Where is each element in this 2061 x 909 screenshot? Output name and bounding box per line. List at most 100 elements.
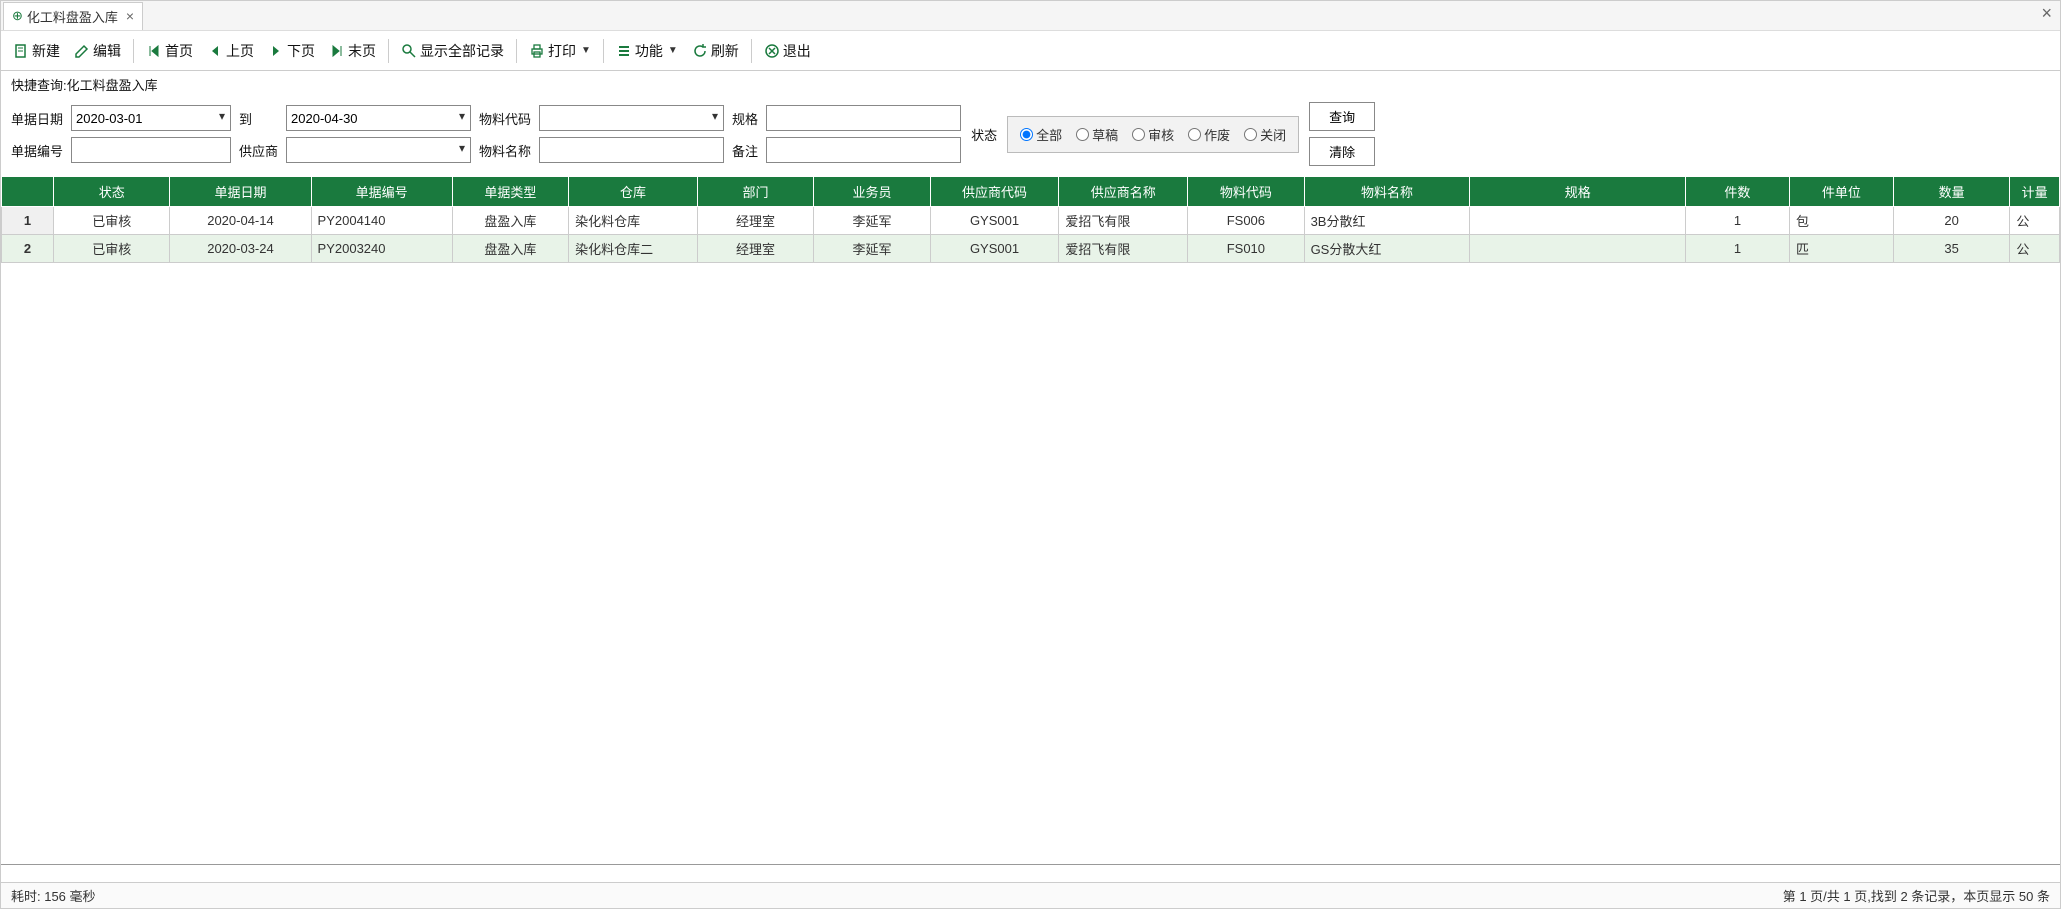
cell-spec (1470, 235, 1685, 263)
label-status: 状态 (971, 125, 997, 144)
refresh-icon (692, 43, 708, 59)
function-label: 功能 (635, 41, 663, 61)
col-doc-no[interactable]: 单据编号 (311, 177, 452, 207)
date-to-input[interactable] (286, 105, 471, 131)
cell-piece-unit: 匹 (1789, 235, 1893, 263)
supplier-input[interactable] (286, 137, 471, 163)
show-all-label: 显示全部记录 (420, 41, 504, 61)
toolbar-separator (603, 39, 604, 63)
cell-doc-date: 2020-04-14 (170, 207, 311, 235)
cell-warehouse: 染化料仓库二 (569, 235, 698, 263)
label-material-name: 物料名称 (479, 141, 531, 160)
refresh-button[interactable]: 刷新 (686, 37, 745, 65)
toolbar-separator (516, 39, 517, 63)
radio-closed[interactable]: 关闭 (1244, 125, 1286, 144)
refresh-label: 刷新 (711, 41, 739, 61)
label-remark: 备注 (732, 141, 758, 160)
col-spec[interactable]: 规格 (1470, 177, 1685, 207)
cell-supplier-code: GYS001 (930, 207, 1059, 235)
label-supplier: 供应商 (239, 141, 278, 160)
col-supplier-code[interactable]: 供应商代码 (930, 177, 1059, 207)
first-page-button[interactable]: 首页 (140, 37, 199, 65)
cell-qty: 20 (1893, 207, 2009, 235)
new-button[interactable]: 新建 (7, 37, 66, 65)
remark-input[interactable] (766, 137, 961, 163)
material-code-input[interactable] (539, 105, 724, 131)
material-name-input[interactable] (539, 137, 724, 163)
table-row[interactable]: 2已审核2020-03-24PY2003240盘盈入库染化料仓库二经理室李延军G… (2, 235, 2060, 263)
first-icon (146, 43, 162, 59)
col-qty[interactable]: 数量 (1893, 177, 2009, 207)
next-icon (268, 43, 284, 59)
status-elapsed: 耗时: 156 毫秒 (11, 886, 96, 905)
spec-input[interactable] (766, 105, 961, 131)
last-label: 末页 (348, 41, 376, 61)
col-doc-date[interactable]: 单据日期 (170, 177, 311, 207)
label-spec: 规格 (732, 109, 758, 128)
cell-doc-type: 盘盈入库 (452, 235, 568, 263)
exit-button[interactable]: 退出 (758, 37, 817, 65)
col-material-code[interactable]: 物料代码 (1188, 177, 1304, 207)
chevron-down-icon: ▼ (581, 45, 591, 56)
print-button[interactable]: 打印 ▼ (523, 37, 597, 65)
table-row[interactable]: 1已审核2020-04-14PY2004140盘盈入库染化料仓库经理室李延军GY… (2, 207, 2060, 235)
cell-dept: 经理室 (697, 235, 813, 263)
result-table: 状态 单据日期 单据编号 单据类型 仓库 部门 业务员 供应商代码 供应商名称 … (1, 176, 2060, 882)
next-page-button[interactable]: 下页 (262, 37, 321, 65)
col-pieces[interactable]: 件数 (1685, 177, 1789, 207)
new-icon (13, 43, 29, 59)
horizontal-scrollbar[interactable] (1, 864, 2060, 882)
col-piece-unit[interactable]: 件单位 (1789, 177, 1893, 207)
label-to: 到 (239, 109, 278, 128)
query-panel: 单据日期 到 物料代码 规格 单据编号 供应商 物料名称 备注 状态 全部 草稿… (1, 98, 2060, 176)
col-clerk[interactable]: 业务员 (814, 177, 930, 207)
col-rownum[interactable] (2, 177, 54, 207)
cell-dept: 经理室 (697, 207, 813, 235)
edit-button[interactable]: 编辑 (68, 37, 127, 65)
toolbar-separator (133, 39, 134, 63)
function-button[interactable]: 功能 ▼ (610, 37, 684, 65)
doc-no-input[interactable] (71, 137, 231, 163)
col-dept[interactable]: 部门 (697, 177, 813, 207)
show-all-button[interactable]: 显示全部记录 (395, 37, 510, 65)
label-doc-date: 单据日期 (11, 109, 63, 128)
radio-all[interactable]: 全部 (1020, 125, 1062, 144)
col-warehouse[interactable]: 仓库 (569, 177, 698, 207)
window-close-icon[interactable]: × (2041, 3, 2052, 24)
last-page-button[interactable]: 末页 (323, 37, 382, 65)
first-label: 首页 (165, 41, 193, 61)
date-from-input[interactable] (71, 105, 231, 131)
radio-draft[interactable]: 草稿 (1076, 125, 1118, 144)
prev-page-button[interactable]: 上页 (201, 37, 260, 65)
col-status[interactable]: 状态 (54, 177, 170, 207)
prev-icon (207, 43, 223, 59)
query-title: 快捷查询:化工料盘盈入库 (1, 71, 2060, 98)
clear-button[interactable]: 清除 (1309, 137, 1375, 166)
toolbar: 新建 编辑 首页 上页 下页 末页 显示全部记录 (1, 31, 2060, 71)
radio-approved[interactable]: 审核 (1132, 125, 1174, 144)
status-bar: 耗时: 156 毫秒 第 1 页/共 1 页,找到 2 条记录，本页显示 50 … (1, 882, 2060, 908)
toolbar-separator (388, 39, 389, 63)
close-icon[interactable]: × (126, 8, 134, 24)
col-material-name[interactable]: 物料名称 (1304, 177, 1470, 207)
col-unit[interactable]: 计量 (2010, 177, 2060, 207)
cell-warehouse: 染化料仓库 (569, 207, 698, 235)
cell-clerk: 李延军 (814, 207, 930, 235)
edit-icon (74, 43, 90, 59)
col-doc-type[interactable]: 单据类型 (452, 177, 568, 207)
prev-label: 上页 (226, 41, 254, 61)
cell-material-name: 3B分散红 (1304, 207, 1470, 235)
cell-clerk: 李延军 (814, 235, 930, 263)
tab-active[interactable]: ⊕ 化工料盘盈入库 × (3, 2, 143, 30)
print-icon (529, 43, 545, 59)
search-button[interactable]: 查询 (1309, 102, 1375, 131)
status-pagination: 第 1 页/共 1 页,找到 2 条记录，本页显示 50 条 (1783, 886, 2050, 905)
list-icon (616, 43, 632, 59)
cell-piece-unit: 包 (1789, 207, 1893, 235)
col-supplier-name[interactable]: 供应商名称 (1059, 177, 1188, 207)
cell-status: 已审核 (54, 207, 170, 235)
tab-title: 化工料盘盈入库 (27, 7, 118, 26)
cell-supplier-code: GYS001 (930, 235, 1059, 263)
radio-void[interactable]: 作废 (1188, 125, 1230, 144)
cell-doc-no: PY2004140 (311, 207, 452, 235)
